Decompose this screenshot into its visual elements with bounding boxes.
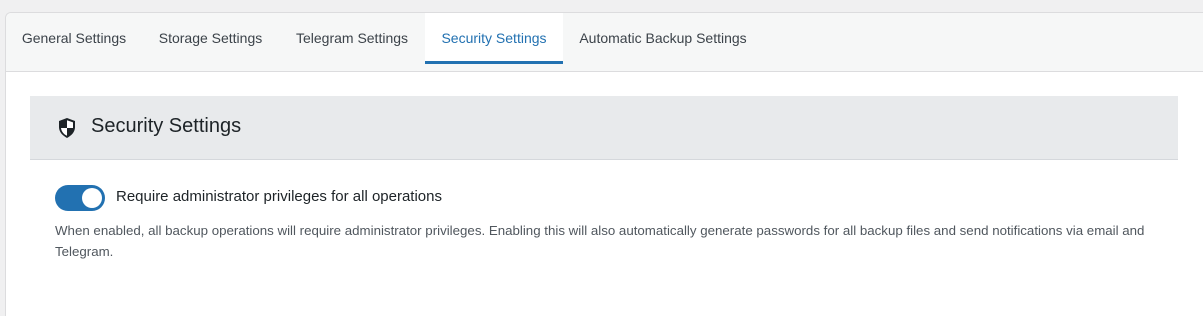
toggle-knob <box>82 188 102 208</box>
admin-privileges-label: Require administrator privileges for all… <box>116 188 442 205</box>
tab-bar: General Settings Storage Settings Telegr… <box>6 13 1203 72</box>
tab-automatic-backup-settings[interactable]: Automatic Backup Settings <box>563 13 763 71</box>
section-title: Security Settings <box>91 115 242 137</box>
tab-security-settings[interactable]: Security Settings <box>425 13 563 64</box>
tab-telegram-settings[interactable]: Telegram Settings <box>279 13 425 71</box>
tab-storage-settings[interactable]: Storage Settings <box>142 13 279 71</box>
admin-privileges-description: When enabled, all backup operations will… <box>55 223 1145 259</box>
admin-privileges-toggle[interactable] <box>55 185 105 211</box>
tab-general-settings[interactable]: General Settings <box>6 13 142 71</box>
settings-panel: General Settings Storage Settings Telegr… <box>5 12 1203 316</box>
shield-icon <box>59 118 75 138</box>
section-header: Security Settings <box>30 96 1178 160</box>
